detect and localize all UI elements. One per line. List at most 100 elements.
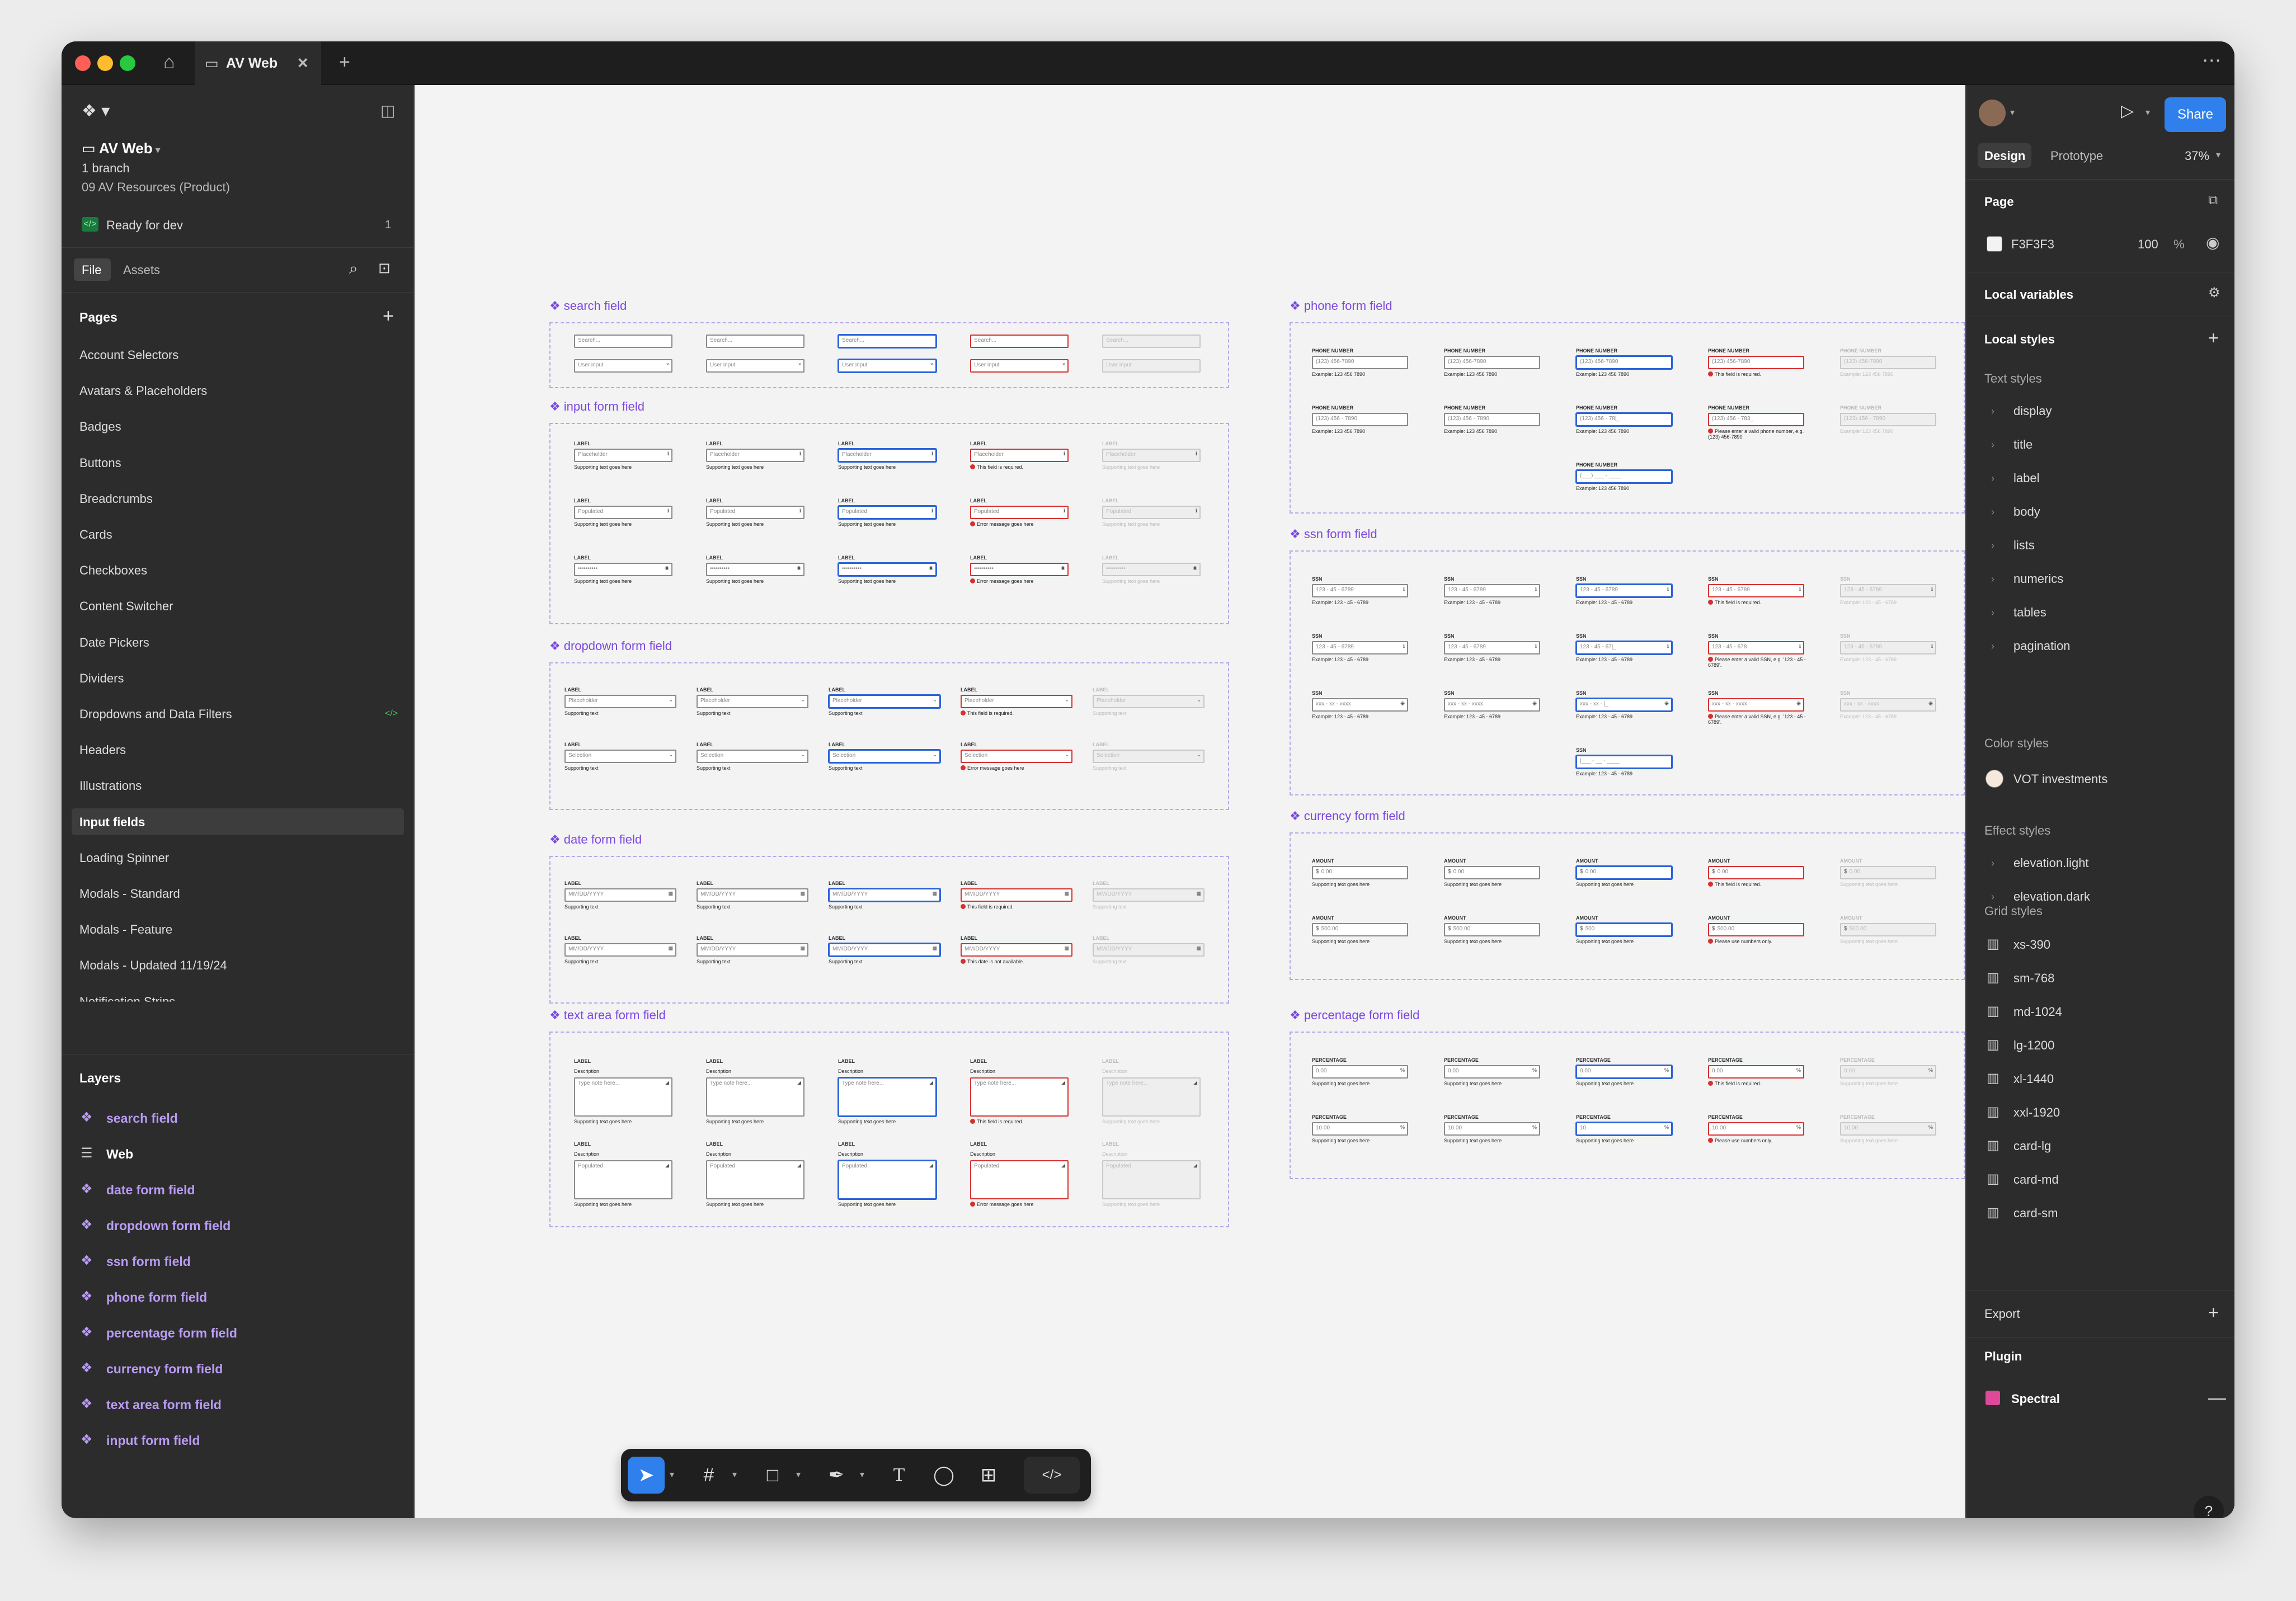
frame-title-dropdown[interactable]: ❖ dropdown form field [549, 639, 672, 653]
expand-chevron-icon[interactable]: › [1991, 440, 1994, 450]
pen-tool-icon[interactable]: ✒ [818, 1457, 855, 1494]
phone-input[interactable]: (123) 456 - 7890 [1444, 413, 1540, 426]
search-input[interactable]: Search... [706, 335, 804, 348]
text-input[interactable]: Placeholder ℹ [574, 449, 672, 462]
design-canvas[interactable]: ❖ search field Search... User input × Search.… [415, 85, 1965, 1518]
expand-chevron-icon[interactable]: › [1991, 608, 1994, 618]
percentage-input[interactable]: 10.00% [1708, 1122, 1804, 1136]
phone-input[interactable]: (___) ___ - ____ [1575, 469, 1673, 484]
ssn-input[interactable]: xxx - xx - xxxx ◉ [1444, 698, 1540, 712]
grid-style-md-1024[interactable]: md-1024 [2013, 1006, 2062, 1018]
date-input[interactable]: MM/DD/YYYY ▦ [564, 888, 676, 902]
currency-frame[interactable] [1290, 832, 1965, 980]
percentage-input[interactable]: 0.00% [1575, 1065, 1673, 1079]
ssn-input[interactable]: 123 - 45 - 678 ℹ [1708, 641, 1804, 654]
text-input[interactable]: Populated ℹ [970, 506, 1069, 519]
move-tool-chevron-icon[interactable]: ▾ [665, 1457, 679, 1494]
help-button[interactable]: ? [2194, 1496, 2224, 1518]
page-item-illustrations[interactable]: Illustrations [79, 780, 142, 792]
grid-style-xxl-1920[interactable]: xxl-1920 [2013, 1106, 2060, 1119]
currency-input[interactable]: $0.00 [1312, 866, 1408, 879]
search-input[interactable]: Search... [574, 335, 672, 348]
page-item-cards[interactable]: Cards [79, 529, 112, 541]
text-style-display[interactable]: display [2013, 405, 2052, 417]
currency-input[interactable]: $500.00 [1708, 923, 1804, 936]
page-item-buttons[interactable]: Buttons [79, 456, 121, 469]
dropdown-select[interactable]: Placeholder ⌄ [828, 694, 941, 709]
phone-input[interactable]: (123) 456 - 783_ [1708, 413, 1804, 426]
eye-icon[interactable]: ◉ [2206, 235, 2219, 251]
text-input[interactable]: Placeholder ℹ [970, 449, 1069, 462]
effect-style-elevation-light[interactable]: elevation.light [2013, 857, 2089, 869]
phone-input[interactable]: (123) 456-7890 [1708, 356, 1804, 369]
layer-input-form-field[interactable]: input form field [106, 1434, 200, 1447]
comment-tool-icon[interactable]: ◯ [925, 1457, 962, 1494]
frame-title-ssn[interactable]: ❖ ssn form field [1290, 527, 1377, 541]
tab-prototype[interactable]: Prototype [2050, 150, 2103, 162]
grid-style-xs-390[interactable]: xs-390 [2013, 939, 2050, 951]
ssn-input[interactable]: 123 - 45 - 6789 ℹ [1708, 584, 1804, 597]
frame-title-date[interactable]: ❖ date form field [549, 832, 642, 847]
frame-title-percentage[interactable]: ❖ percentage form field [1290, 1008, 1419, 1023]
currency-input[interactable]: $500.00 [1444, 923, 1540, 936]
page-item-dropdowns-and-data-filters[interactable]: Dropdowns and Data Filters [79, 708, 232, 721]
percentage-frame[interactable] [1290, 1032, 1965, 1179]
text-input[interactable]: Populated ℹ [706, 506, 804, 519]
add-style-icon[interactable]: + [2208, 329, 2219, 347]
ssn-input[interactable]: xxx - xx - xxxx ◉ [1312, 698, 1408, 712]
date-frame[interactable] [549, 856, 1229, 1004]
date-input[interactable]: MM/DD/YYYY ▦ [564, 943, 676, 957]
phone-input[interactable]: (123) 456-7890 [1444, 356, 1540, 369]
share-button[interactable]: Share [2165, 97, 2226, 132]
page-item-checkboxes[interactable]: Checkboxes [79, 564, 147, 577]
search-frame[interactable] [549, 322, 1229, 388]
tab-file[interactable]: File [82, 264, 101, 276]
percentage-input[interactable]: 10% [1575, 1122, 1673, 1136]
date-input[interactable]: MM/DD/YYYY ▦ [828, 943, 941, 957]
text-style-tables[interactable]: tables [2013, 606, 2046, 619]
library-icon[interactable]: ⊡ [378, 261, 390, 275]
frame-title-textarea[interactable]: ❖ text area form field [549, 1008, 666, 1023]
ssn-input[interactable]: 123 - 45 - 6789 ℹ [1312, 641, 1408, 654]
text-input[interactable]: Populated ℹ [574, 506, 672, 519]
search-input[interactable]: Search... [838, 334, 937, 349]
search-input[interactable]: User input × [970, 359, 1069, 373]
ssn-input[interactable]: |___ - __ - ____ [1575, 755, 1673, 769]
expand-chevron-icon[interactable]: › [1991, 473, 1994, 483]
dev-mode-toggle-icon[interactable]: </> [1024, 1457, 1080, 1494]
frame-tool-icon[interactable]: # [690, 1457, 727, 1494]
move-tool-icon[interactable]: ➤ [628, 1457, 665, 1494]
pen-tool-chevron-icon[interactable]: ▾ [855, 1457, 869, 1494]
ssn-input[interactable]: xxx - xx - |_ ◉ [1575, 698, 1673, 712]
percentage-input[interactable]: 10.00% [1312, 1122, 1408, 1136]
user-avatar[interactable] [1979, 100, 2006, 126]
currency-input[interactable]: $500 [1575, 922, 1673, 937]
minimize-window-button[interactable] [97, 55, 113, 71]
more-options-icon[interactable]: ⋯ [2202, 49, 2221, 72]
text-area[interactable]: Populated ◢ [970, 1160, 1069, 1199]
expand-chevron-icon[interactable]: › [1991, 574, 1994, 584]
shape-tool-chevron-icon[interactable]: ▾ [791, 1457, 806, 1494]
grid-style-card-lg[interactable]: card-lg [2013, 1140, 2051, 1152]
phone-input[interactable]: (123) 456-7890 [1575, 355, 1673, 370]
page-item-dividers[interactable]: Dividers [79, 672, 124, 685]
text-tool-icon[interactable]: T [881, 1457, 918, 1494]
ssn-input[interactable]: 123 - 45 - 6789 ℹ [1575, 583, 1673, 598]
ssn-input[interactable]: xxx - xx - xxxx ◉ [1708, 698, 1804, 712]
grid-style-sm-768[interactable]: sm-768 [2013, 972, 2054, 985]
text-input[interactable]: Placeholder ℹ [838, 448, 937, 463]
variables-settings-icon[interactable]: ⚙ [2208, 286, 2220, 300]
search-input[interactable]: User input × [838, 359, 937, 373]
layer-percentage-form-field[interactable]: percentage form field [106, 1327, 237, 1340]
expand-chevron-icon[interactable]: › [1991, 892, 1994, 902]
text-area[interactable]: Type note here... ◢ [574, 1077, 672, 1117]
frame-title-currency[interactable]: ❖ currency form field [1290, 809, 1405, 823]
layer-search-field[interactable]: search field [106, 1112, 178, 1125]
zoom-window-button[interactable] [120, 55, 135, 71]
frame-title-input[interactable]: ❖ input form field [549, 399, 644, 414]
page-item-breadcrumbs[interactable]: Breadcrumbs [79, 492, 153, 505]
page-color-swatch[interactable] [1987, 236, 2002, 252]
text-style-body[interactable]: body [2013, 506, 2040, 518]
zoom-level[interactable]: 37% [2185, 150, 2209, 162]
remove-plugin-icon[interactable]: — [2208, 1388, 2226, 1406]
